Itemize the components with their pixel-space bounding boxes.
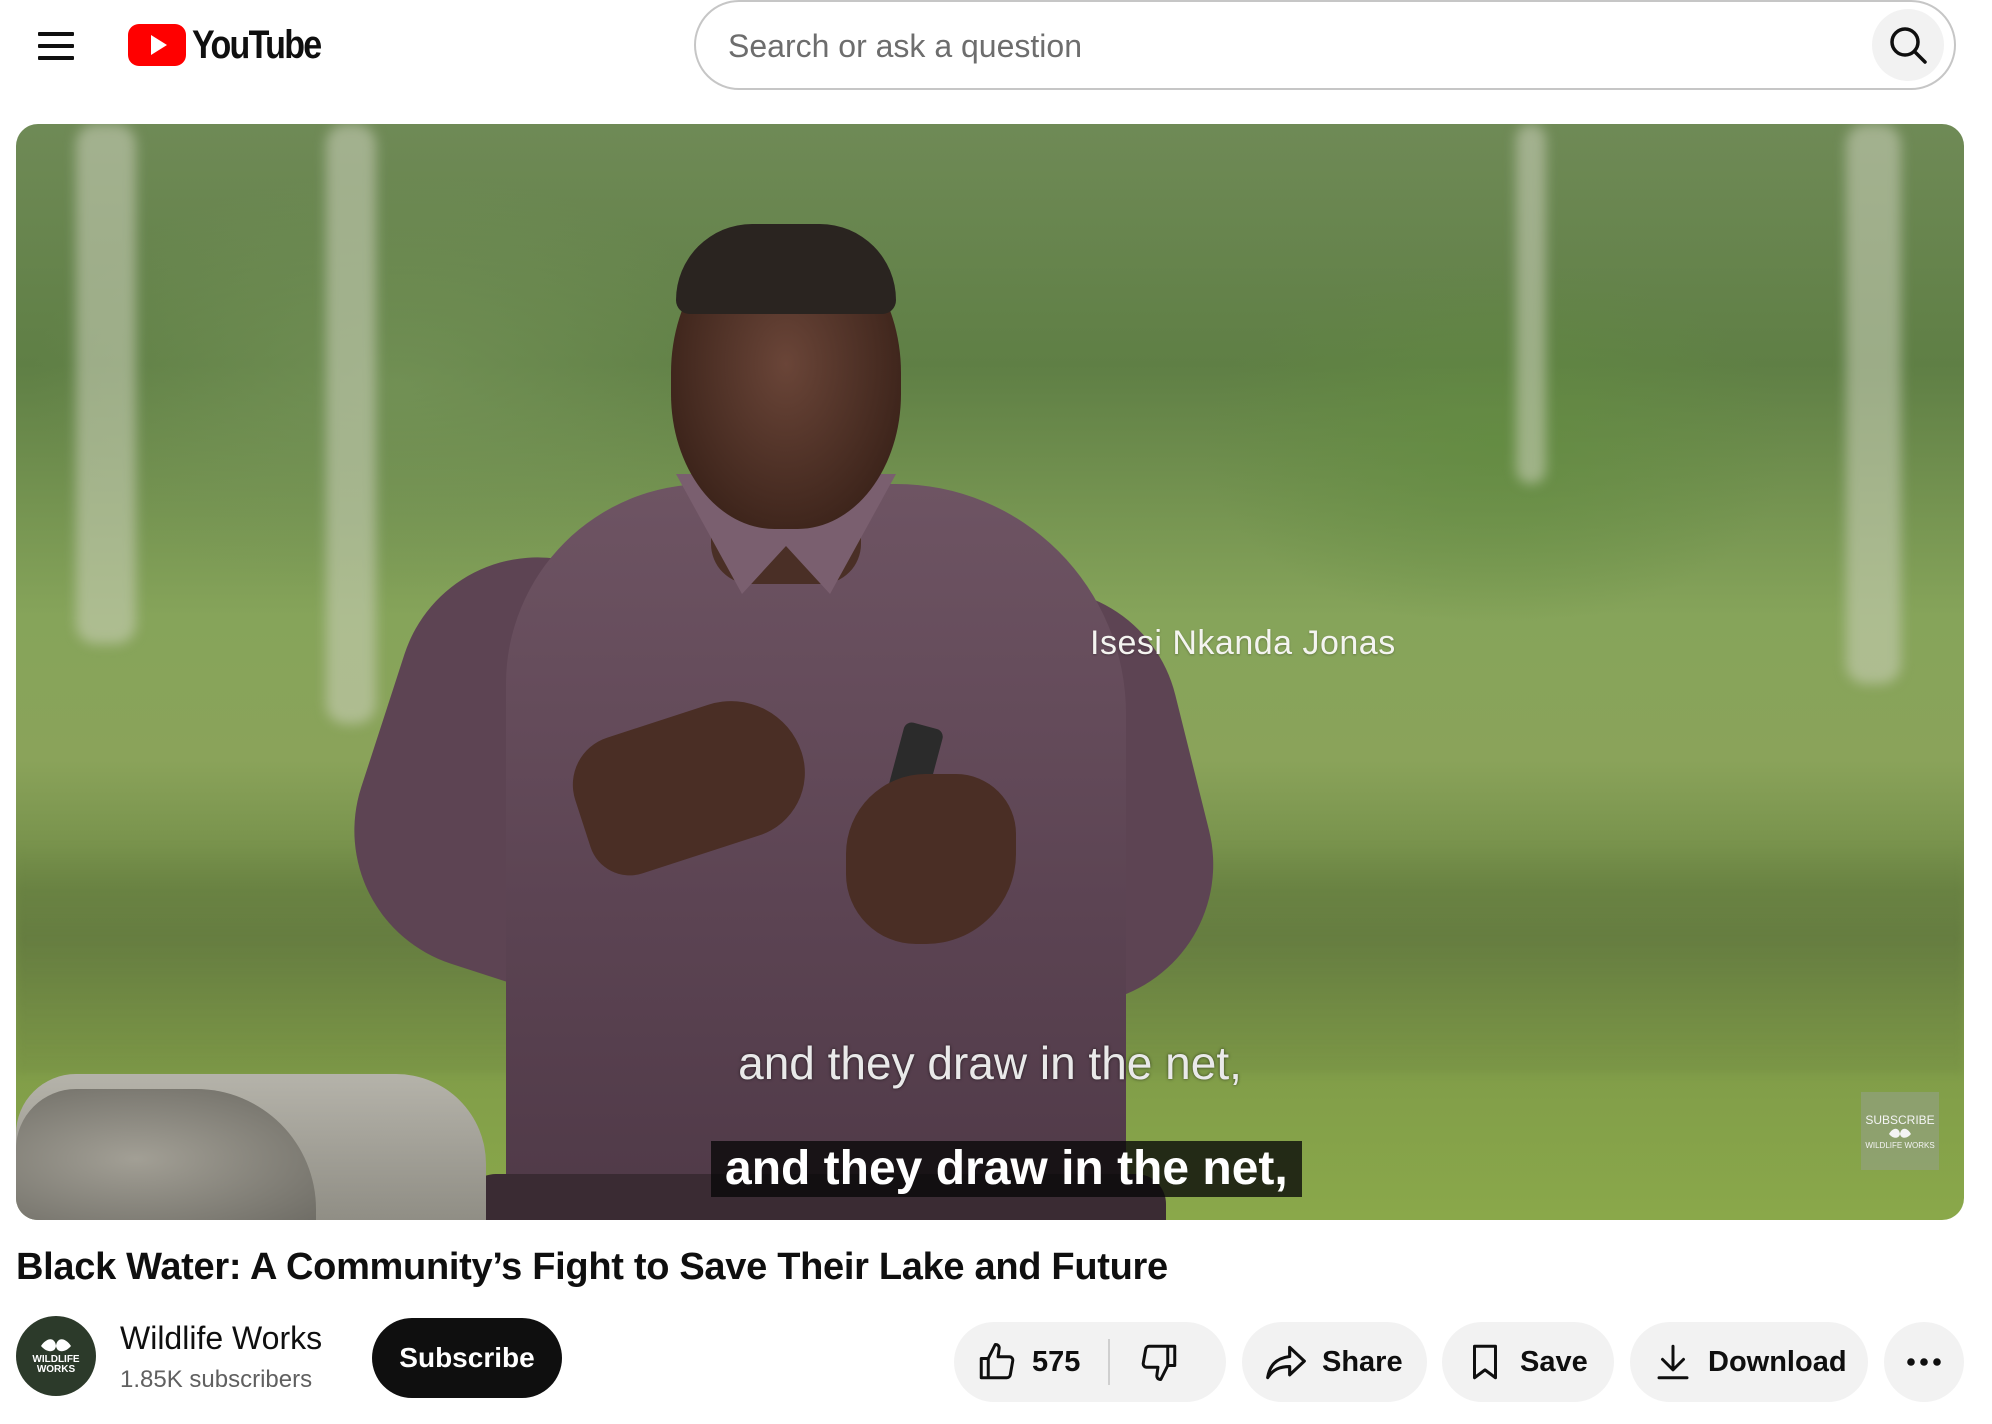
- search-icon: [1890, 27, 1927, 64]
- like-dislike-group: 575: [954, 1322, 1226, 1402]
- more-horizontal-icon: [1907, 1358, 1941, 1366]
- wildlife-works-logo-icon: [41, 1339, 71, 1352]
- subscribe-button[interactable]: Subscribe: [372, 1318, 562, 1398]
- search-input[interactable]: [726, 2, 1830, 90]
- youtube-logo[interactable]: YouTube: [128, 20, 343, 70]
- subscriber-count: 1.85K subscribers: [120, 1366, 313, 1393]
- logo-wordmark: YouTube: [192, 22, 322, 67]
- share-label: Share: [1322, 1345, 1403, 1378]
- thumbs-down-icon: [1142, 1344, 1177, 1381]
- watermark-brand-text: WILDLIFE WORKS: [1865, 1140, 1935, 1150]
- share-arrow-icon: [1266, 1345, 1306, 1380]
- masthead: YouTube: [0, 0, 1992, 92]
- share-button[interactable]: Share: [1242, 1322, 1427, 1402]
- wildlife-works-logo-icon: [1889, 1128, 1911, 1138]
- channel-name[interactable]: Wildlife Works: [120, 1320, 322, 1357]
- background-tree: [1846, 124, 1901, 684]
- youtube-play-icon: [128, 24, 186, 66]
- background-tree: [1516, 124, 1546, 484]
- download-button[interactable]: Download: [1630, 1322, 1868, 1402]
- channel-avatar[interactable]: WILDLIFE WORKS: [16, 1316, 96, 1396]
- closed-caption-window: and they draw in the net,: [711, 1141, 1302, 1197]
- like-count: 575: [1032, 1345, 1081, 1378]
- download-label: Download: [1708, 1345, 1847, 1378]
- thumbs-up-icon: [979, 1343, 1015, 1380]
- lower-third-name: Isesi Nkanda Jonas: [1090, 624, 1396, 662]
- channel-watermark[interactable]: SUBSCRIBE WILDLIFE WORKS: [1861, 1092, 1939, 1170]
- more-actions-button[interactable]: [1884, 1322, 1964, 1402]
- save-button[interactable]: Save: [1442, 1322, 1614, 1402]
- guide-menu-button[interactable]: [28, 18, 84, 74]
- save-label: Save: [1520, 1345, 1588, 1378]
- bookmark-icon: [1473, 1344, 1497, 1380]
- watermark-subscribe-text: SUBSCRIBE: [1865, 1112, 1935, 1127]
- hamburger-menu-icon: [38, 32, 74, 60]
- search-box[interactable]: [694, 0, 1956, 90]
- background-tree: [76, 124, 136, 644]
- like-button[interactable]: 575: [954, 1322, 1080, 1402]
- avatar-text-line-2: WORKS: [36, 1364, 76, 1375]
- search-button[interactable]: [1872, 9, 1944, 81]
- video-title: Black Water: A Community’s Fight to Save…: [16, 1246, 1168, 1288]
- dislike-button[interactable]: [1110, 1322, 1180, 1402]
- video-player[interactable]: Isesi Nkanda Jonas and they draw in the …: [16, 124, 1964, 1220]
- background-tree: [326, 124, 376, 724]
- closed-caption-text: and they draw in the net,: [725, 1142, 1288, 1195]
- download-icon: [1657, 1344, 1689, 1380]
- burned-in-subtitle: and they draw in the net,: [738, 1037, 1242, 1089]
